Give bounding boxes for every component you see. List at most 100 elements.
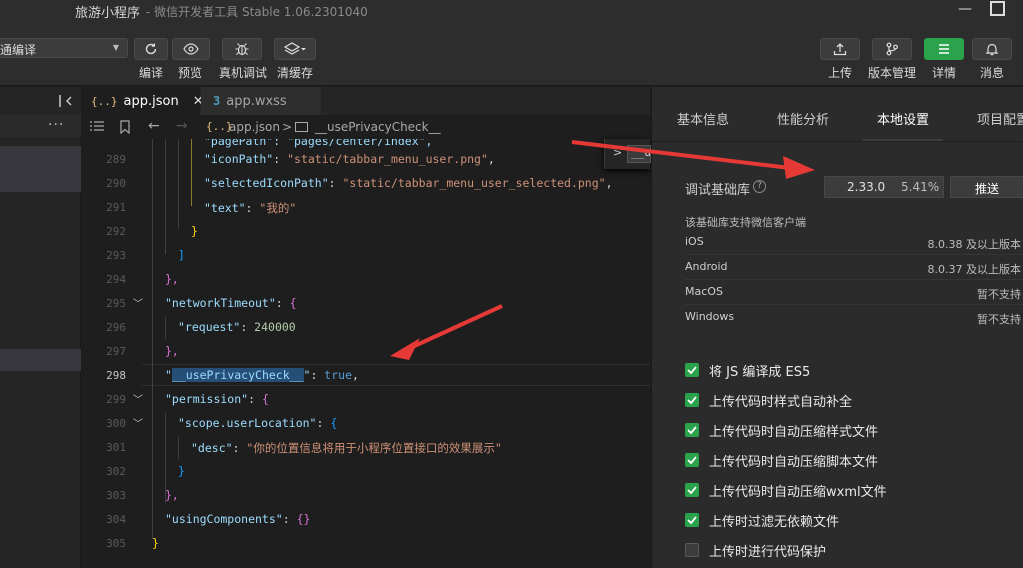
preview-button[interactable] [172,38,210,60]
breadcrumb-file[interactable]: app.json [229,120,280,134]
line-number: 297 [106,345,126,358]
tab-local-settings[interactable]: 本地设置 [877,109,929,128]
code-line: "scope.userLocation": { [178,416,338,430]
indent-guide [178,437,179,459]
refresh-icon [145,43,157,55]
clear-cache-label: 清缓存 [277,66,314,80]
indent-guide [178,139,179,229]
explorer-active-file[interactable] [0,349,81,371]
bookmark-icon[interactable] [119,120,131,134]
indent-guide [191,139,192,206]
details-label: 详情 [932,66,957,80]
tabs-divider [652,141,1023,142]
code-line: "permission": { [165,392,269,406]
option-minify-script-checkbox[interactable] [685,453,699,467]
platform-windows: Windows [685,310,735,323]
version-manage-label: 版本管理 [868,66,917,80]
list-icon[interactable] [90,120,104,132]
code-line: "usingComponents": {} [165,512,311,526]
find-input[interactable]: __us [627,145,651,163]
push-button[interactable]: 推送 [950,176,1023,198]
code-line: }, [165,272,179,286]
option-filter-unused-label: 上传时过滤无依赖文件 [709,515,840,530]
toolbar: 通编译 ▼ 编译 预览 真机调试 清缓存 上传 版本管理 详情 消息 [0,22,1023,86]
help-icon[interactable]: ? [753,180,766,193]
find-widget: > __us [604,139,651,169]
line-number: 291 [106,201,126,214]
code-line: }, [165,488,179,502]
file-explorer-panel: ··· [0,87,81,568]
breadcrumb-symbol[interactable]: __usePrivacyCheck__ [315,120,441,134]
maximize-icon[interactable] [990,1,1005,16]
divider [685,279,1023,280]
compile-label: 编译 [139,66,164,80]
branch-icon [886,42,898,56]
collapse-sidebar-icon[interactable] [59,94,73,108]
option-minify-wxml-label: 上传代码时自动压缩wxml文件 [709,485,887,500]
details-button[interactable] [924,38,964,60]
compile-button[interactable] [134,38,168,60]
code-line-partial: "pagePath": "pages/center/index", [204,139,433,148]
option-es5-label: 将 JS 编译成 ES5 [709,365,811,380]
code-line: "desc": "你的位置信息将用于小程序位置接口的效果展示" [191,441,502,455]
fold-chevron-icon[interactable]: ﹀ [133,415,143,430]
clear-cache-button[interactable] [274,38,316,60]
option-minify-style-checkbox[interactable] [685,423,699,437]
back-arrow-icon[interactable]: ← [148,118,160,134]
indent-guide [152,139,153,539]
bell-icon [985,43,999,56]
platform-ios: iOS [685,235,704,248]
option-es5-checkbox[interactable] [685,363,699,377]
eye-icon [183,43,199,55]
messages-label: 消息 [980,66,1005,80]
line-number: 292 [106,225,126,238]
code-line-current: "__usePrivacyCheck__": true, [165,368,359,382]
bug-icon [235,43,249,56]
breadcrumb: ← → {..} app.json > __usePrivacyCheck__ [82,115,650,139]
chevron-right-icon[interactable]: > [613,146,622,159]
fold-chevron-icon[interactable]: ﹀ [133,391,143,406]
tab-performance[interactable]: 性能分析 [777,109,829,128]
tab-label: app.json [123,93,179,109]
fold-chevron-icon[interactable]: ﹀ [133,295,143,310]
line-number: 301 [106,441,126,454]
tab-basic-info[interactable]: 基本信息 [677,109,729,128]
platform-android-version: 8.0.37 及以上版本 [927,263,1021,276]
forward-arrow-icon[interactable]: → [176,118,188,134]
compile-mode-select[interactable]: 通编译 ▼ [0,38,128,58]
tab-app-json[interactable]: {..} app.json ✕ [82,87,204,115]
option-filter-unused-checkbox[interactable] [685,513,699,527]
line-number: 300 [106,417,126,430]
upload-button[interactable] [820,38,860,60]
messages-button[interactable] [972,38,1012,60]
option-minify-script-label: 上传代码时自动压缩脚本文件 [709,455,879,470]
line-number: 294 [106,273,126,286]
option-style-autocomplete-checkbox[interactable] [685,393,699,407]
layers-icon [284,42,306,55]
code-editor[interactable]: "pagePath": "pages/center/index", 289 29… [82,139,650,568]
code-line: } [178,464,185,478]
version-value: 2.33.0 [847,180,886,194]
platform-ios-version: 8.0.38 及以上版本 [927,238,1021,251]
support-title: 该基础库支持微信客户端 [685,216,806,229]
caret-down-icon: ▼ [112,43,119,52]
preview-label: 预览 [178,66,203,80]
compile-mode-label: 通编译 [0,43,37,57]
debug-lib-version-select[interactable]: 2.33.0 5.41% [824,176,944,198]
app-title: 旅游小程序 [75,6,141,21]
json-file-icon: {..} [91,94,118,108]
upload-icon [833,43,847,56]
remote-debug-button[interactable] [222,38,262,60]
more-actions-icon[interactable]: ··· [48,117,64,133]
explorer-selected-item[interactable] [0,146,81,192]
title-bar: 旅游小程序 - 微信开发者工具 Stable 1.06.2301040 — [0,0,1023,22]
minimize-icon[interactable]: — [958,2,972,18]
option-style-autocomplete-label: 上传代码时样式自动补全 [709,395,853,410]
tab-project-config[interactable]: 项目配置 [977,109,1023,128]
css-file-icon: 3 [213,94,221,108]
version-manage-button[interactable] [872,38,912,60]
option-code-protect-checkbox[interactable] [685,543,699,557]
option-minify-wxml-checkbox[interactable] [685,483,699,497]
tab-app-wxss[interactable]: 3 app.wxss [201,87,321,115]
line-number: 303 [106,489,126,502]
